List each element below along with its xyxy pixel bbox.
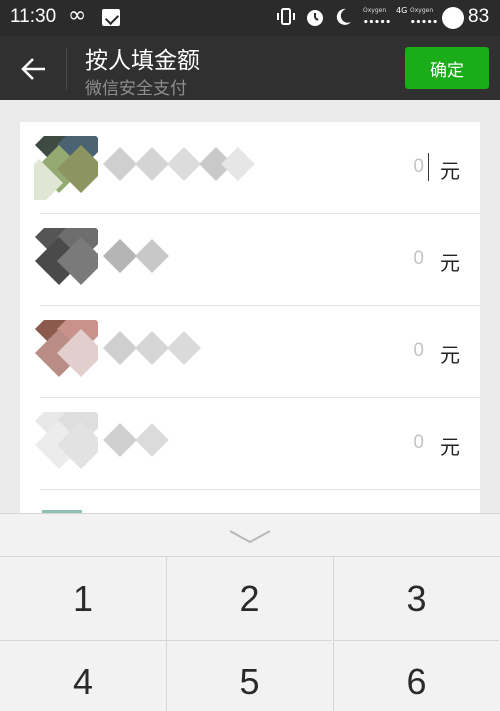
key-2[interactable]: 2 xyxy=(166,557,332,640)
list-item[interactable]: 0 元 xyxy=(20,214,480,306)
recipient-list: 0 元 0 元 0 元 0 元 xyxy=(20,122,480,522)
list-item[interactable]: 0 元 xyxy=(20,398,480,490)
name-mosaic xyxy=(100,423,170,460)
divider xyxy=(66,48,67,90)
amount-input[interactable]: 0 xyxy=(413,340,424,362)
amount-input[interactable]: 0 xyxy=(413,432,424,454)
name-mosaic xyxy=(100,147,255,184)
vibrate-icon xyxy=(276,6,296,34)
back-arrow-icon xyxy=(21,58,45,80)
list-item[interactable]: 0 元 xyxy=(20,122,480,214)
key-1[interactable]: 1 xyxy=(0,557,166,640)
amount-unit: 元 xyxy=(440,159,460,183)
alarm-icon xyxy=(304,6,326,34)
clock: 11:30 xyxy=(10,6,57,27)
collapse-keypad-button[interactable] xyxy=(0,514,500,556)
avatar xyxy=(34,228,98,292)
status-bar: 11:30 ∞ Oxygen 4G Oxygen 83 xyxy=(0,0,500,36)
chevron-down-icon xyxy=(229,530,271,544)
amount-unit: 元 xyxy=(440,251,460,275)
key-3[interactable]: 3 xyxy=(333,557,499,640)
name-mosaic xyxy=(100,331,210,368)
back-button[interactable] xyxy=(10,48,58,88)
infinity-icon: ∞ xyxy=(68,3,87,28)
name-mosaic xyxy=(100,239,170,276)
network-label: Oxygen xyxy=(410,7,434,14)
key-6[interactable]: 6 xyxy=(333,640,499,711)
page-title: 按人填金额 xyxy=(85,48,200,74)
amount-unit: 元 xyxy=(440,343,460,367)
list-item[interactable]: 0 元 xyxy=(20,306,480,398)
network-label: Oxygen xyxy=(363,7,387,14)
signal-icon: Oxygen xyxy=(410,7,438,27)
avatar xyxy=(34,136,98,200)
text-cursor xyxy=(428,153,429,181)
battery-level: 83 xyxy=(468,6,490,27)
notification-icon xyxy=(102,9,120,26)
moon-icon xyxy=(334,6,354,34)
keypad-grid: 1 2 3 4 5 6 xyxy=(0,556,500,711)
avatar xyxy=(34,320,98,384)
amount-unit: 元 xyxy=(440,435,460,459)
signal-icon: Oxygen xyxy=(363,7,391,27)
battery-icon xyxy=(442,7,464,29)
confirm-button[interactable]: 确定 xyxy=(405,47,489,89)
avatar xyxy=(34,412,98,476)
amount-input[interactable]: 0 xyxy=(413,248,424,270)
numeric-keypad: 1 2 3 4 5 6 xyxy=(0,513,500,711)
key-5[interactable]: 5 xyxy=(166,640,332,711)
amount-input[interactable]: 0 xyxy=(413,156,424,178)
title-bar: 按人填金额 微信安全支付 确定 xyxy=(0,36,500,100)
page-subtitle: 微信安全支付 xyxy=(85,79,187,99)
key-4[interactable]: 4 xyxy=(0,640,166,711)
